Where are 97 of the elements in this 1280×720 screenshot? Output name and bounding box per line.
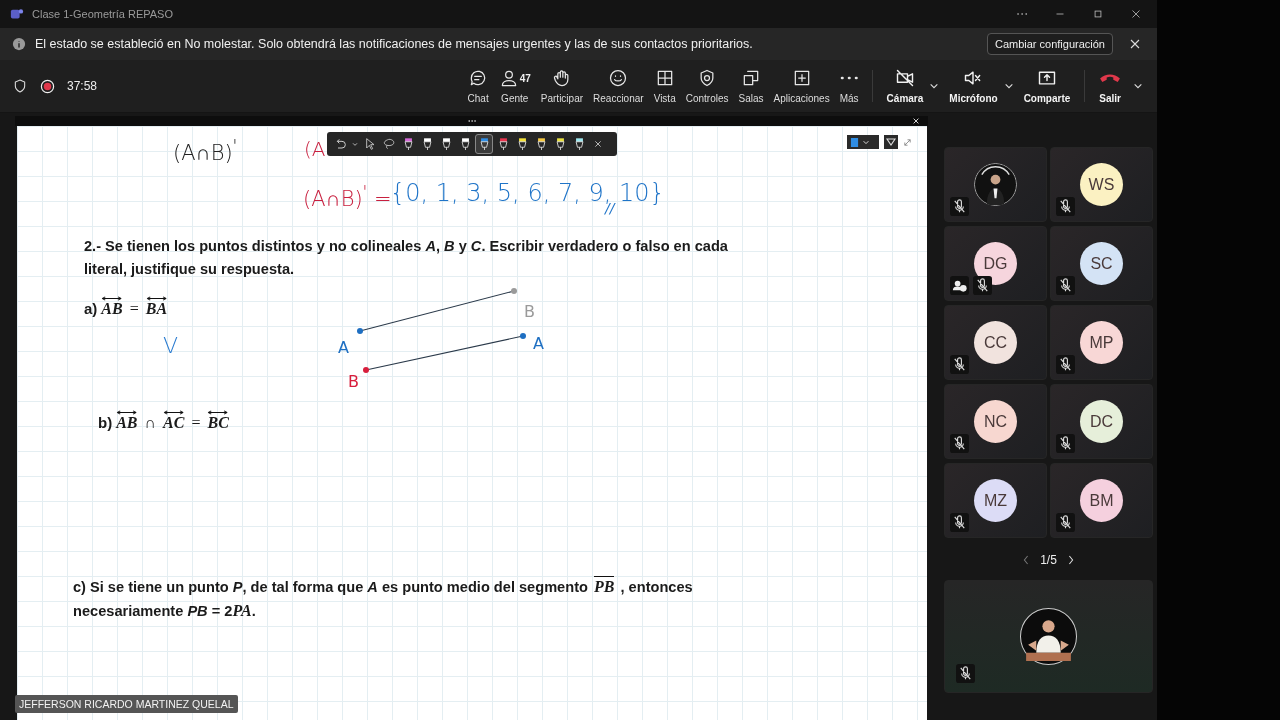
participant-tile[interactable]: SC [1050, 226, 1153, 301]
pen-icon [402, 136, 414, 152]
avatar-initials: MZ [974, 479, 1017, 522]
presenter-name-tag: JEFFERSON RICARDO MARTINEZ QUELAL [15, 695, 238, 713]
participant-tile[interactable]: DC [1050, 384, 1153, 459]
camera-off-icon [894, 68, 915, 88]
problem-statement: c) Si se tiene un punto P, de tal forma que A es punto medio del segmento PB , entonces necesariamente PB = 2PA. [73, 575, 694, 621]
rooms-icon [741, 68, 761, 88]
page-icon [850, 136, 859, 148]
pen-icon [497, 136, 509, 152]
more-icon [840, 76, 859, 80]
toolbar-button[interactable]: Cámara [880, 64, 930, 108]
share-icon [1036, 68, 1057, 88]
pen-icon [478, 136, 490, 152]
participant-tile[interactable]: BM [1050, 463, 1153, 538]
participant-tile[interactable] [944, 147, 1047, 222]
toolbar-button[interactable]: Micrófono [943, 64, 1004, 108]
avatar-initials: BM [1080, 479, 1123, 522]
filter-icon[interactable] [884, 135, 898, 149]
pen-icon [421, 136, 433, 152]
caret-icon[interactable] [929, 81, 940, 91]
double-arrow-icon [145, 296, 168, 301]
toolbar-button[interactable]: Vista [648, 64, 681, 108]
avatar-initials: SC [1080, 242, 1123, 285]
participant-tile[interactable]: WS [1050, 147, 1153, 222]
math-operator: = [191, 414, 201, 431]
math-operator: = [129, 300, 139, 317]
pen-button[interactable] [475, 134, 493, 154]
caret-icon[interactable] [1003, 81, 1014, 91]
pen-icon [440, 136, 452, 152]
smiley-icon [608, 68, 629, 88]
double-arrow-icon [116, 410, 138, 415]
close-icon[interactable] [912, 117, 920, 125]
window-title: Clase 1-Geometría REPASO [32, 8, 173, 20]
handwritten-answer: V [163, 333, 179, 358]
previous-icon[interactable] [1022, 554, 1031, 566]
pen-icon [459, 136, 471, 152]
pen-icon [535, 136, 547, 152]
line-name: BC [207, 414, 229, 431]
next-icon[interactable] [1066, 554, 1075, 566]
participant-tile[interactable]: DG [944, 226, 1047, 301]
shield-icon[interactable] [12, 78, 28, 94]
expand-icon[interactable] [903, 137, 912, 147]
point-label: B [524, 302, 535, 321]
item-label: b) [98, 414, 113, 431]
toolbar-button[interactable]: Participar [535, 64, 589, 108]
pen-icon [573, 136, 585, 152]
toolbar-button[interactable]: Aplicaciones [768, 64, 835, 108]
maximize-icon[interactable] [1091, 7, 1105, 21]
toolbar-button[interactable]: Chat [462, 64, 494, 108]
pen-icon [554, 136, 566, 152]
teams-logo-icon [10, 7, 24, 21]
participant-tile[interactable]: MP [1050, 305, 1153, 380]
phone-icon [1100, 72, 1121, 83]
toolbar-button[interactable]: Más [834, 64, 864, 108]
avatar-initials: DC [1080, 400, 1123, 443]
handwritten-note: (A∩B)$^{'}$ = [303, 182, 392, 211]
point-label: A [338, 338, 349, 357]
handwritten-note: (A∩B)$^{'}$ [173, 136, 238, 165]
leave-button[interactable]: Salir [1093, 64, 1127, 108]
info-icon [12, 37, 26, 51]
avatar-initials: CC [974, 321, 1017, 364]
line-name: BA [145, 300, 168, 317]
pen-icon [516, 136, 528, 152]
participant-tile[interactable]: MZ [944, 463, 1047, 538]
toolbar-button[interactable]: Controles [680, 64, 734, 108]
lasso-icon[interactable] [381, 136, 397, 152]
page-selector[interactable] [847, 135, 879, 149]
handwritten-note: (A [304, 137, 326, 161]
notification-text: El estado se estableció en No molestar. Solo obtendrá las notificaciones de mensajes urgentes y las de sus contactos prioritarios. [35, 37, 753, 51]
meeting-timer: 37:58 [67, 79, 98, 93]
participant-tile[interactable]: NC [944, 384, 1047, 459]
avatar-initials: WS [1080, 163, 1123, 206]
toolbar-button[interactable]: Reaccionar [588, 64, 649, 108]
caret-icon [862, 138, 870, 146]
settings-button[interactable]: Cambiar configuración [986, 33, 1113, 55]
double-arrow-icon [163, 410, 185, 415]
page-indicator: 1/5 [1040, 553, 1057, 567]
participant-tile[interactable]: CC [944, 305, 1047, 380]
point-label: B [348, 372, 359, 391]
double-arrow-icon [207, 410, 229, 415]
item-label: a) [84, 300, 98, 317]
math-operator: ∩ [144, 414, 157, 431]
caret-icon[interactable] [1133, 81, 1143, 91]
avatar-initials: NC [974, 400, 1017, 443]
line-name: AC [163, 414, 185, 431]
problem-statement: 2.- Se tienen los puntos distintos y no colineales A, B y C. Escribir verdadero o falso en cada literal, justifique su respuesta. [84, 237, 729, 279]
line-name: AB [116, 414, 138, 431]
participant-count: 47 [519, 72, 531, 84]
toolbar-button[interactable]: Comparte [1017, 64, 1077, 108]
toolbar-button[interactable]: Salas [733, 64, 769, 108]
line-name: AB [101, 300, 123, 317]
point-label: A [533, 334, 544, 353]
double-arrow-icon [101, 296, 123, 301]
avatar-initials: DG [974, 242, 1017, 285]
avatar-initials: MP [1080, 321, 1123, 364]
toolbar-button[interactable]: 47 Gente [493, 64, 536, 108]
